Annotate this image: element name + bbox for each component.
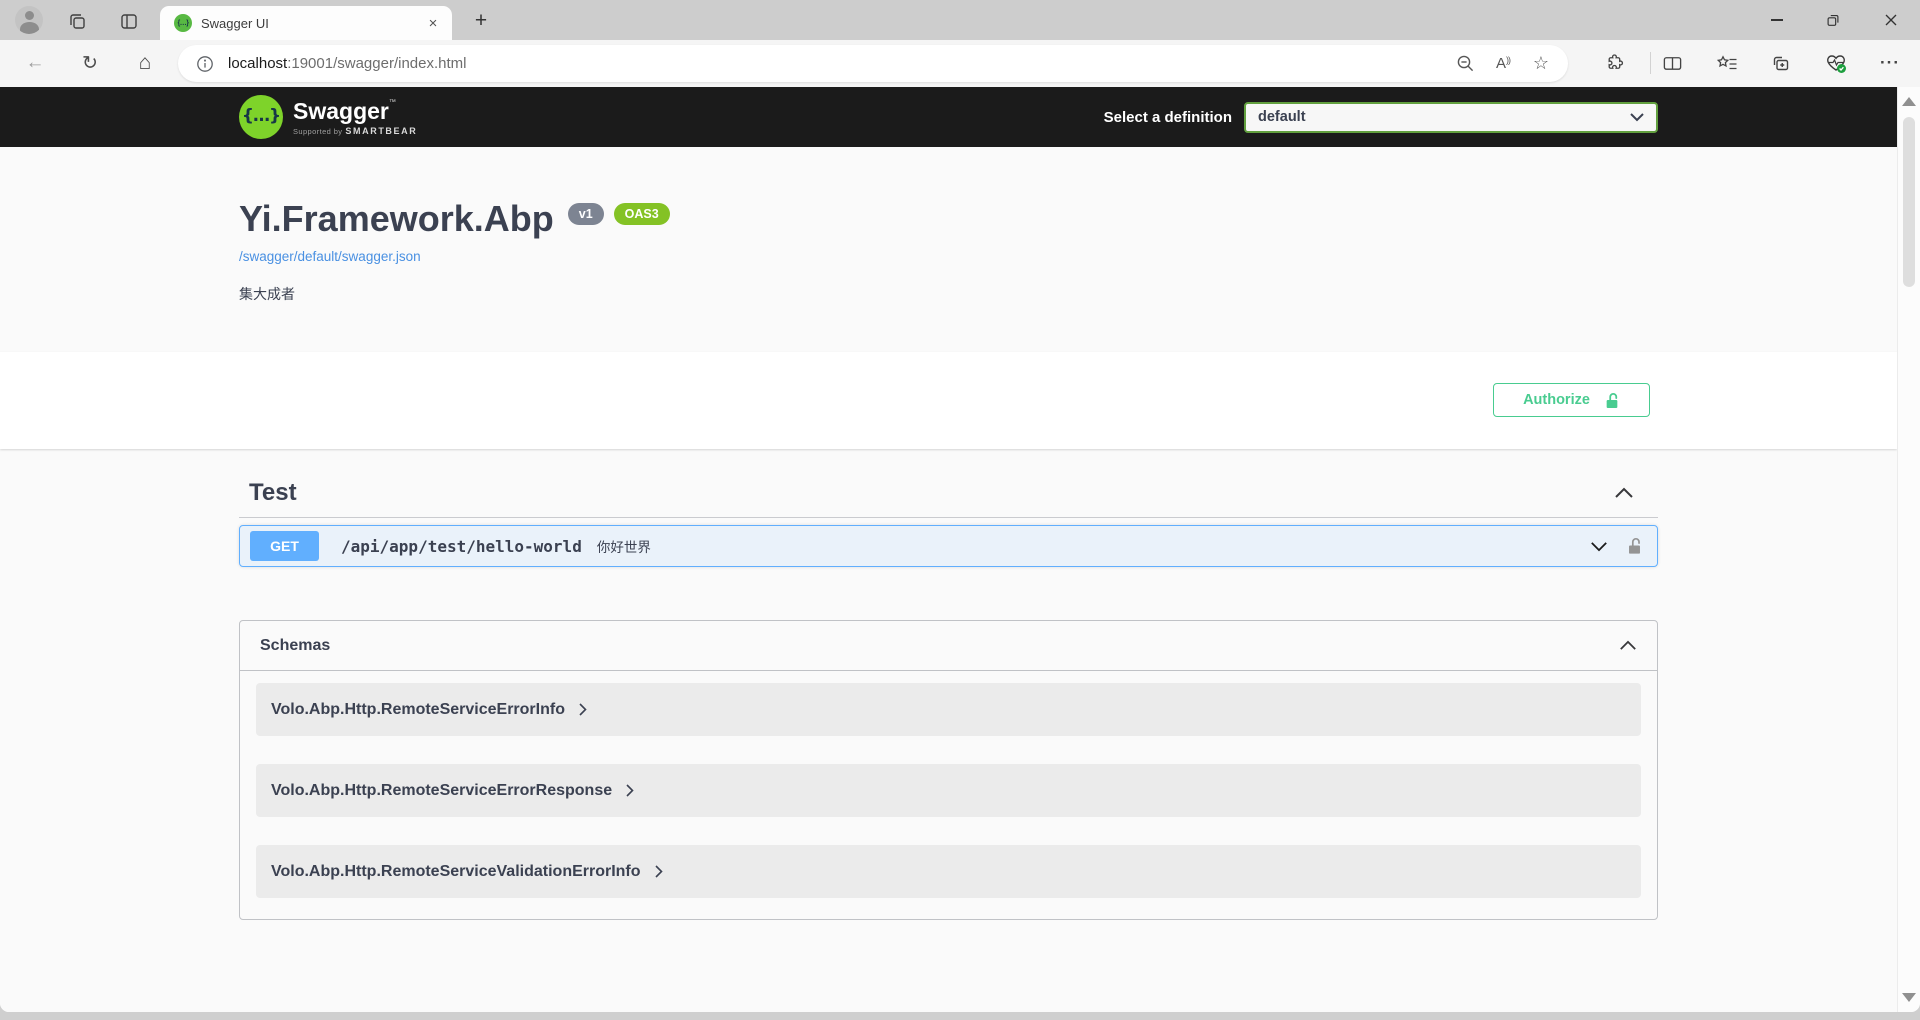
home-button[interactable]: ⌂ [130, 48, 160, 78]
operations-section: Test GET /api/app/test/hello-world 你好世界 [239, 477, 1658, 920]
method-badge: GET [250, 531, 319, 561]
api-description: 集大成者 [239, 284, 1658, 304]
schemas-title: Schemas [260, 637, 330, 655]
operation-path: /api/app/test/hello-world [341, 537, 582, 556]
split-screen-icon[interactable] [1658, 49, 1686, 77]
chevron-right-icon [579, 703, 587, 716]
tab-actions-icon[interactable] [116, 8, 142, 34]
chevron-up-icon[interactable] [1619, 640, 1637, 651]
browser-essentials-icon[interactable] [1822, 49, 1850, 77]
extensions-icon[interactable] [1599, 49, 1627, 77]
definition-select[interactable]: default [1244, 102, 1658, 133]
vertical-scrollbar[interactable] [1897, 87, 1920, 1012]
swagger-page: {…} Swagger™ Supported bySMARTBEAR [0, 87, 1897, 1012]
operation-summary: 你好世界 [597, 536, 651, 556]
logo-subtitle: Supported bySMARTBEAR [293, 126, 417, 136]
swagger-logo-icon: {…} [239, 95, 283, 139]
close-icon [1884, 13, 1898, 27]
chevron-up-icon [1614, 487, 1634, 499]
scroll-down-arrow-icon[interactable] [1902, 993, 1916, 1002]
url-text[interactable]: localhost:19001/swagger/index.html [228, 55, 466, 72]
unlocked-padlock-icon [1604, 391, 1620, 410]
tag-collapse-button[interactable] [1600, 487, 1648, 499]
smartbear-wordmark: SMARTBEAR [345, 126, 417, 136]
browser-tab[interactable]: {…} Swagger UI × [160, 6, 452, 40]
scheme-container: Authorize [0, 352, 1897, 449]
chevron-right-icon [626, 784, 634, 797]
restore-icon [1825, 12, 1841, 28]
model-row-remote-service-error-info[interactable]: Volo.Abp.Http.RemoteServiceErrorInfo [256, 683, 1641, 736]
zoom-out-icon[interactable] [1454, 53, 1476, 75]
authorize-button[interactable]: Authorize [1493, 383, 1650, 417]
logo-wordmark: Swagger [293, 98, 389, 124]
api-title: Yi.Framework.Abp [239, 197, 554, 241]
url-host: localhost [228, 55, 287, 72]
new-tab-button[interactable]: + [468, 9, 494, 33]
model-row-remote-service-validation-error-info[interactable]: Volo.Abp.Http.RemoteServiceValidationErr… [256, 845, 1641, 898]
site-info-icon[interactable] [196, 55, 214, 73]
read-aloud-icon[interactable]: A)) [1492, 53, 1514, 75]
chevron-down-icon [1630, 113, 1644, 122]
profile-avatar-icon[interactable] [15, 6, 43, 34]
auth-lock-icon[interactable] [1626, 536, 1643, 556]
window-close-button[interactable] [1869, 3, 1913, 37]
chevron-right-icon [655, 865, 663, 878]
oas3-badge: OAS3 [614, 203, 670, 225]
schemas-section: Schemas Volo.Abp.Http.RemoteServiceError… [239, 620, 1658, 920]
tag-name: Test [249, 477, 297, 509]
definition-select-value: default [1258, 109, 1630, 125]
favorites-bar-icon[interactable] [1713, 49, 1741, 77]
back-button[interactable]: ← [20, 48, 50, 78]
favorite-star-icon[interactable]: ☆ [1530, 53, 1552, 75]
window-restore-button[interactable] [1811, 3, 1855, 37]
window-minimize-button[interactable] [1755, 3, 1799, 37]
api-info-section: Yi.Framework.Abp v1 OAS3 /swagger/defaul… [0, 147, 1897, 352]
page-viewport: {…} Swagger™ Supported bySMARTBEAR [0, 87, 1920, 1012]
select-definition-label: Select a definition [1104, 109, 1232, 126]
schemas-header[interactable]: Schemas [240, 621, 1657, 671]
tab-strip: {…} Swagger UI × + [0, 0, 1920, 40]
scrollbar-thumb[interactable] [1903, 117, 1915, 287]
browser-window: {…} Swagger UI × + ← ↻ ⌂ [0, 0, 1920, 1020]
settings-more-icon[interactable]: ··· [1876, 49, 1904, 77]
tag-header-test[interactable]: Test [239, 477, 1658, 518]
model-row-remote-service-error-response[interactable]: Volo.Abp.Http.RemoteServiceErrorResponse [256, 764, 1641, 817]
operation-get-hello-world[interactable]: GET /api/app/test/hello-world 你好世界 [239, 525, 1658, 567]
scroll-up-arrow-icon[interactable] [1902, 97, 1916, 106]
version-badge: v1 [568, 203, 604, 225]
swagger-logo: {…} Swagger™ Supported bySMARTBEAR [239, 95, 417, 139]
chevron-down-icon[interactable] [1590, 541, 1608, 552]
tab-title: Swagger UI [201, 16, 422, 31]
tab-close-icon[interactable]: × [422, 12, 444, 34]
collections-icon[interactable] [1766, 49, 1794, 77]
address-bar[interactable]: localhost:19001/swagger/index.html A)) ☆ [178, 45, 1568, 82]
spec-json-link[interactable]: /swagger/default/swagger.json [239, 249, 1658, 264]
swagger-topbar: {…} Swagger™ Supported bySMARTBEAR [0, 87, 1897, 147]
tab-favicon-swagger-icon: {…} [174, 14, 192, 32]
minimize-icon [1771, 19, 1783, 21]
toolbar-divider [1650, 52, 1651, 74]
refresh-button[interactable]: ↻ [75, 48, 105, 78]
url-path: :19001/swagger/index.html [287, 55, 466, 72]
trademark: ™ [389, 99, 396, 106]
workspaces-icon[interactable] [64, 8, 90, 34]
